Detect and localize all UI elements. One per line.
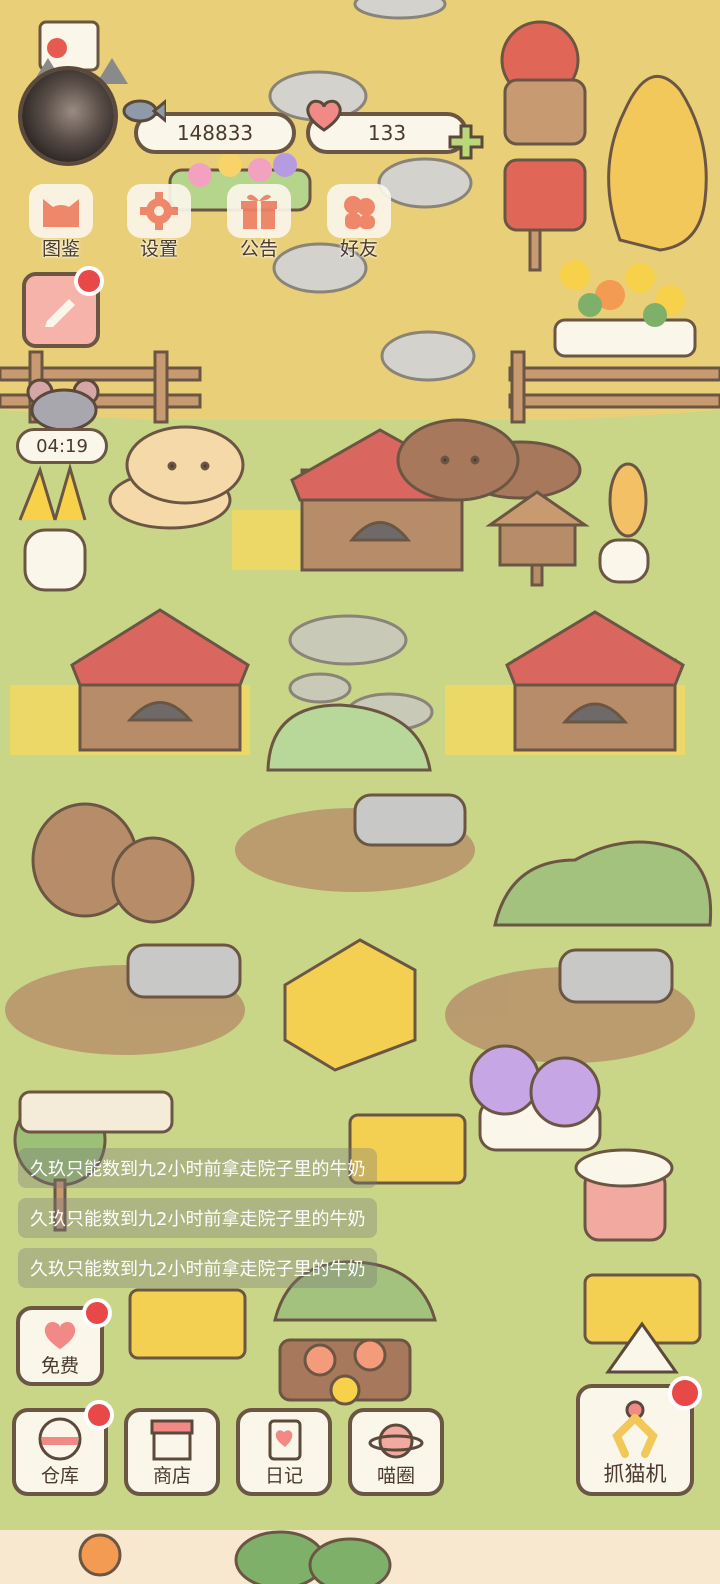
shop-icon bbox=[150, 1419, 194, 1461]
chat-message-text: 久玖只能数到九2小时前拿走院子里的牛奶 bbox=[30, 1209, 366, 1230]
collection-tile bbox=[29, 184, 93, 238]
event-timer-value: 04:19 bbox=[36, 435, 88, 457]
warehouse-notification-dot bbox=[84, 1400, 114, 1430]
cat-face-icon bbox=[43, 199, 79, 227]
settings-tile bbox=[127, 184, 191, 238]
gear-icon bbox=[140, 192, 178, 230]
plus-icon bbox=[448, 124, 484, 160]
event-timer: 04:19 bbox=[16, 428, 108, 464]
cat-circle-label: 喵圈 bbox=[376, 1465, 415, 1487]
warehouse-icon bbox=[38, 1417, 82, 1461]
claw-icon bbox=[612, 1400, 658, 1458]
mouse-event-icon[interactable] bbox=[22, 376, 106, 432]
avatar-photo bbox=[22, 70, 114, 162]
heart-icon bbox=[304, 98, 344, 132]
planet-cat-icon bbox=[368, 1423, 424, 1459]
announcement-tile bbox=[227, 184, 291, 238]
notepad-notification-dot bbox=[74, 266, 104, 296]
friends-icon bbox=[344, 196, 375, 229]
add-hearts-button[interactable] bbox=[446, 122, 486, 162]
orange-flower bbox=[78, 1533, 122, 1577]
bench bbox=[18, 1090, 174, 1134]
friends-tile bbox=[327, 184, 391, 238]
bottom-leaves bbox=[234, 1530, 392, 1584]
food-bowl bbox=[574, 1148, 674, 1242]
friends-button[interactable]: 好友 bbox=[320, 184, 398, 262]
claw-notification-dot bbox=[668, 1376, 702, 1410]
friends-label: 好友 bbox=[339, 238, 378, 260]
announcement-button[interactable]: 公告 bbox=[220, 184, 298, 262]
flower-bed-lower bbox=[278, 1338, 412, 1406]
chat-message-text: 久玖只能数到九2小时前拿走院子里的牛奶 bbox=[30, 1159, 366, 1180]
chat-message-text: 久玖只能数到九2小时前拿走院子里的牛奶 bbox=[30, 1259, 366, 1280]
claw-crane-top-icon bbox=[604, 1320, 680, 1376]
settings-label: 设置 bbox=[139, 238, 178, 260]
fish-currency-value: 148833 bbox=[176, 121, 254, 145]
free-notification-dot bbox=[82, 1298, 112, 1328]
chat-message-2: 久玖只能数到九2小时前拿走院子里的牛奶 bbox=[18, 1198, 378, 1238]
avatar-frame bbox=[18, 66, 118, 166]
announcement-label: 公告 bbox=[239, 238, 278, 260]
shop-label: 商店 bbox=[152, 1465, 191, 1487]
chat-message-1: 久玖只能数到九2小时前拿走院子里的牛奶 bbox=[18, 1148, 378, 1188]
shop-button[interactable]: 商店 bbox=[124, 1408, 220, 1496]
fish-icon bbox=[122, 96, 168, 126]
collection-button[interactable]: 图鉴 bbox=[22, 184, 100, 262]
free-label: 免费 bbox=[40, 1355, 79, 1377]
chat-message-3: 久玖只能数到九2小时前拿走院子里的牛奶 bbox=[18, 1248, 378, 1288]
claw-machine-label: 抓猫机 bbox=[603, 1462, 667, 1486]
heart-currency-value: 133 bbox=[367, 121, 407, 145]
heart-icon bbox=[44, 1322, 76, 1350]
collection-label: 图鉴 bbox=[41, 238, 80, 260]
diary-button[interactable]: 日记 bbox=[236, 1408, 332, 1496]
diary-label: 日记 bbox=[264, 1465, 303, 1487]
pencil-icon bbox=[45, 299, 75, 327]
strawberry-icon bbox=[47, 38, 67, 58]
settings-button[interactable]: 设置 bbox=[120, 184, 198, 262]
gift-icon bbox=[241, 194, 277, 229]
cat-circle-button[interactable]: 喵圈 bbox=[348, 1408, 444, 1496]
warehouse-label: 仓库 bbox=[40, 1465, 79, 1487]
diary-icon bbox=[268, 1419, 302, 1461]
